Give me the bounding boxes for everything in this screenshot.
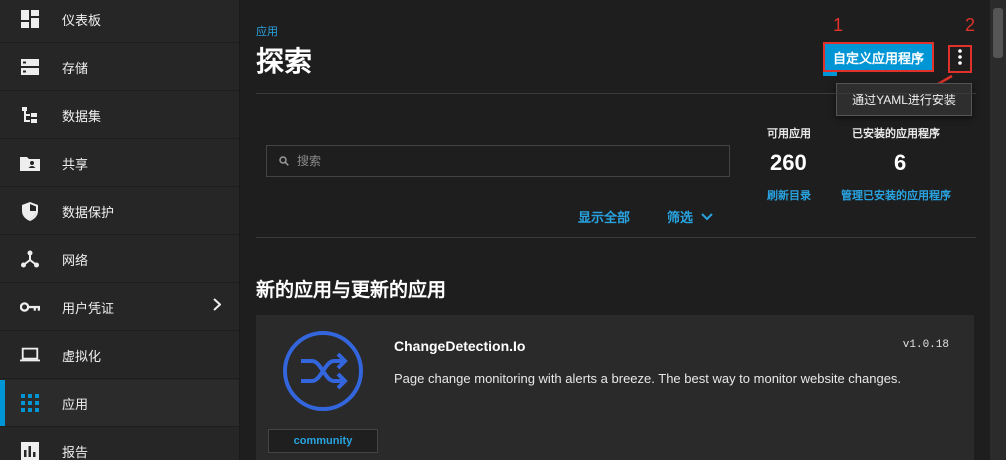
- chevron-down-icon: [701, 212, 713, 221]
- scrollbar-thumb[interactable]: [993, 8, 1003, 58]
- sidebar-item-label: 用户凭证: [62, 300, 115, 316]
- sidebar-item-label: 仪表板: [62, 12, 102, 28]
- breadcrumb[interactable]: 应用: [256, 23, 278, 39]
- sidebar-item-label: 数据集: [62, 108, 102, 124]
- sidebar-item-reports[interactable]: 报告: [0, 428, 239, 460]
- sidebar-item-data-protection[interactable]: 数据保护: [0, 188, 239, 235]
- show-all-link[interactable]: 显示全部: [578, 207, 630, 226]
- refresh-catalog-link[interactable]: 刷新目录: [767, 187, 811, 203]
- shuffle-icon: [283, 331, 363, 411]
- shares-icon: [20, 153, 40, 173]
- more-options-button[interactable]: [948, 45, 972, 73]
- manage-installed-apps-link[interactable]: 管理已安装的应用程序: [841, 187, 951, 203]
- laptop-icon: [20, 345, 40, 365]
- section-title: 新的应用与更新的应用: [256, 280, 447, 301]
- filter-label: 筛选: [667, 210, 694, 225]
- sidebar-item-shares[interactable]: 共享: [0, 140, 239, 187]
- reports-icon: [20, 441, 40, 460]
- chevron-right-icon: [213, 298, 222, 316]
- app-card[interactable]: community ChangeDetection.Io v1.0.18 Pag…: [256, 315, 974, 460]
- annotation-label-2: 2: [965, 15, 976, 35]
- shield-icon: [20, 201, 40, 221]
- network-icon: [20, 249, 40, 269]
- key-icon: [20, 297, 40, 317]
- page-scrollbar[interactable]: [990, 0, 1006, 460]
- page-title: 探索: [256, 46, 313, 77]
- available-apps-label: 可用应用: [767, 128, 811, 140]
- app-description: Page change monitoring with alerts a bre…: [394, 371, 902, 386]
- sidebar-item-label: 报告: [62, 444, 89, 460]
- sidebar-item-network[interactable]: 网络: [0, 236, 239, 283]
- sidebar-item-storage[interactable]: 存储: [0, 44, 239, 91]
- apps-grid-icon: [20, 393, 40, 413]
- installed-apps-count: 6: [894, 150, 907, 175]
- sidebar: 仪表板 存储 数据集 共享 数据保护 网络 用户凭证 虚拟化 应用 报告: [0, 0, 240, 460]
- available-apps-count: 260: [770, 150, 807, 175]
- sidebar-item-label: 存储: [62, 60, 89, 76]
- storage-icon: [20, 57, 40, 77]
- sidebar-item-label: 数据保护: [62, 204, 115, 220]
- annotation-label-1: 1: [833, 15, 844, 35]
- header-divider: [256, 93, 976, 94]
- sidebar-item-credentials[interactable]: 用户凭证: [0, 284, 239, 331]
- filter-button[interactable]: 筛选: [667, 207, 713, 226]
- sidebar-item-dashboard[interactable]: 仪表板: [0, 0, 239, 43]
- sidebar-item-label: 应用: [62, 396, 89, 412]
- app-name[interactable]: ChangeDetection.Io: [394, 338, 525, 354]
- main-content: 应用 探索 1 2 自定义应用程序 通过YAML进行安装 可用应用 260 刷新…: [240, 0, 990, 460]
- app-root: 仪表板 存储 数据集 共享 数据保护 网络 用户凭证 虚拟化 应用 报告 应用 …: [0, 0, 1006, 460]
- datasets-icon: [20, 105, 40, 125]
- search-input[interactable]: [297, 154, 717, 168]
- install-via-yaml-menu-item[interactable]: 通过YAML进行安装: [836, 83, 972, 116]
- sidebar-item-label: 共享: [62, 156, 89, 172]
- search-icon: [279, 156, 289, 166]
- app-train-badge: community: [268, 429, 378, 453]
- sidebar-item-label: 虚拟化: [62, 348, 102, 364]
- filter-divider: [256, 237, 976, 238]
- sidebar-item-apps[interactable]: 应用: [0, 380, 239, 427]
- more-vertical-icon: [958, 48, 962, 70]
- custom-app-button[interactable]: 自定义应用程序: [823, 42, 934, 76]
- sidebar-item-datasets[interactable]: 数据集: [0, 92, 239, 139]
- dashboard-icon: [20, 9, 40, 29]
- sidebar-item-label: 网络: [62, 252, 89, 268]
- installed-apps-label: 已安装的应用程序: [852, 128, 940, 140]
- search-box[interactable]: [266, 145, 730, 177]
- app-version: v1.0.18: [902, 339, 949, 351]
- sidebar-item-virtualization[interactable]: 虚拟化: [0, 332, 239, 379]
